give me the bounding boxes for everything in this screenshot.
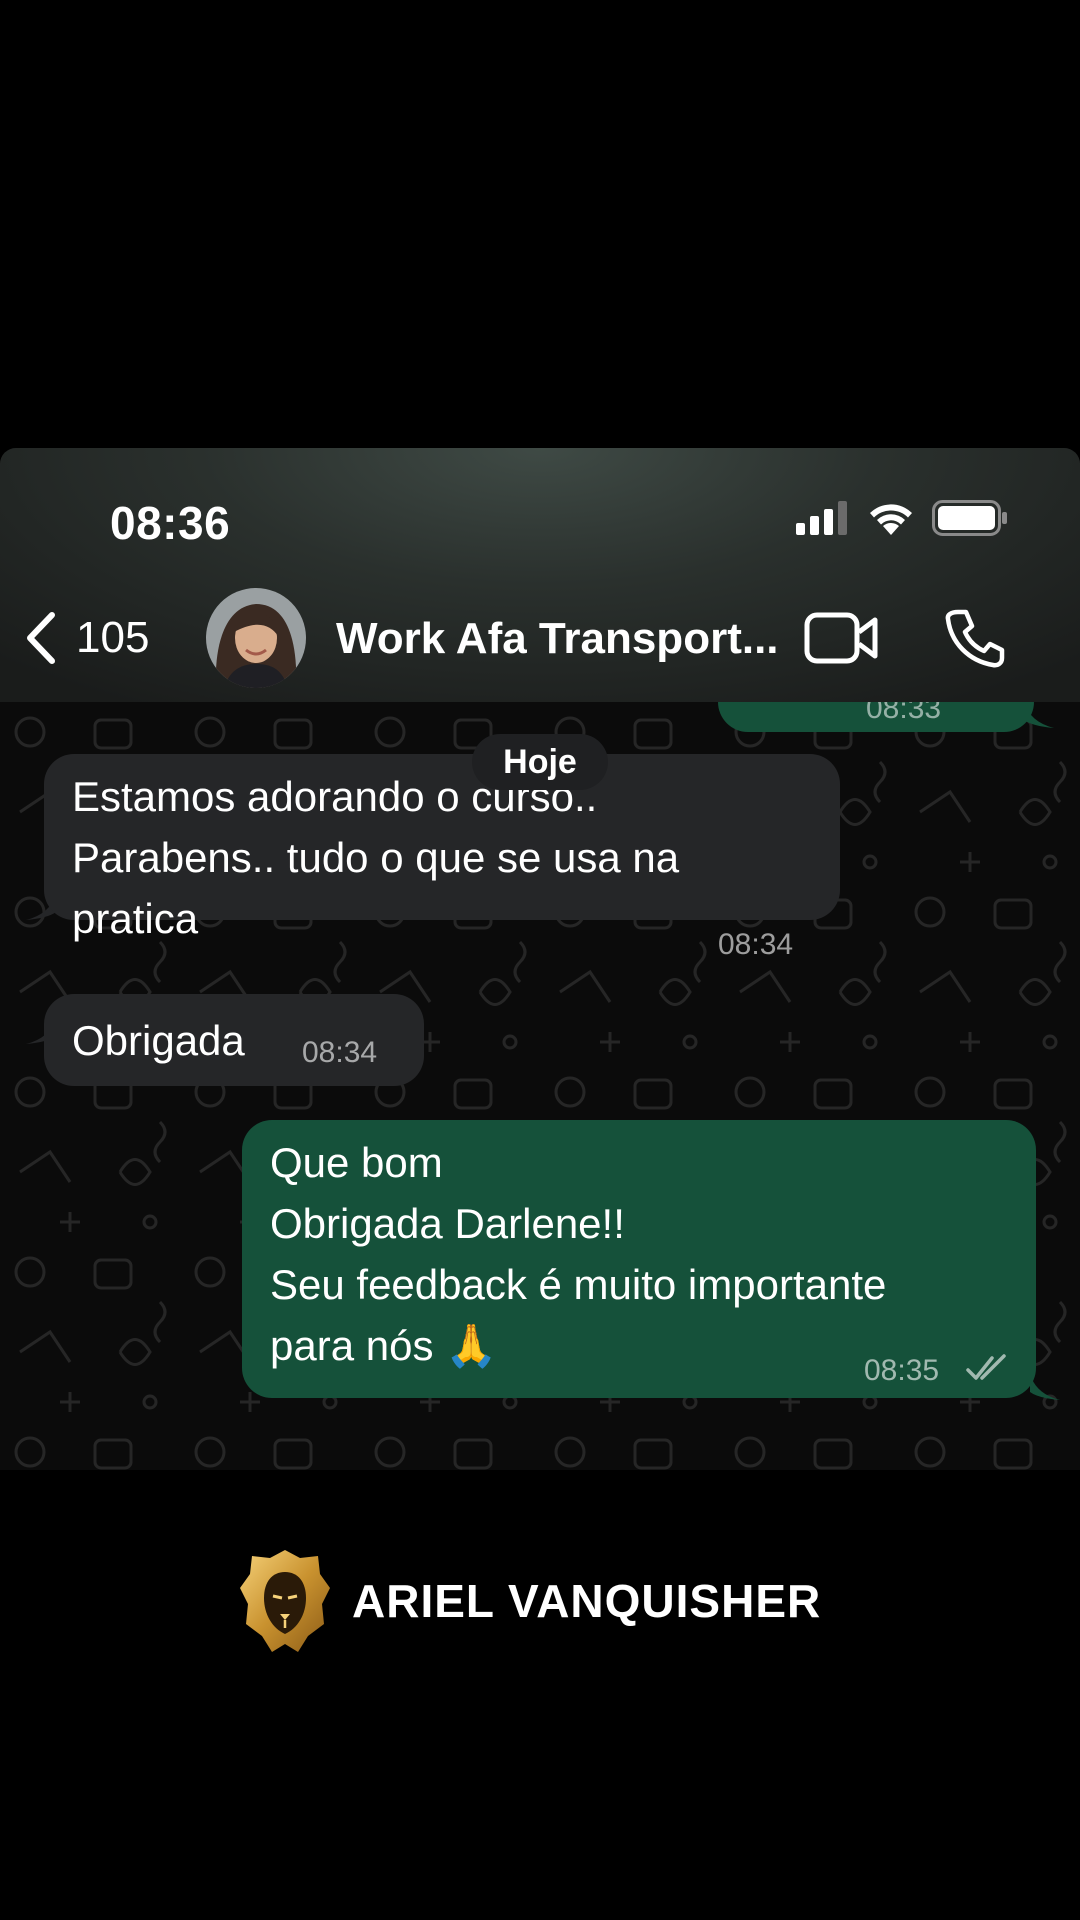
message-list[interactable]: 08:33 Hoje Estamos adorando o curso.. Pa… [0,702,1080,1470]
status-icons [796,500,1008,536]
message-bubble-outgoing[interactable]: Que bom Obrigada Darlene!! Seu feedback … [242,1120,1036,1398]
message-time: 08:35 [864,1354,940,1387]
chat-header: 08:36 105 Work Afa Transport... [0,448,1080,702]
previous-message-time: 08:33 [866,702,942,725]
bubble-tail [1024,702,1054,728]
bubble-tail [1030,1374,1060,1400]
brand-name: ARIEL VANQUISHER [352,1575,822,1627]
avatar[interactable] [206,588,306,688]
unread-count: 105 [76,613,150,662]
video-call-button[interactable] [804,610,880,666]
signal-icon [796,501,847,535]
status-time: 08:36 [110,497,231,549]
back-button[interactable]: 105 [22,608,149,668]
read-receipt-icon [966,1354,1006,1380]
video-call-icon [804,612,878,664]
message-text: Estamos adorando o curso.. Parabens.. tu… [72,773,680,942]
brand-logo: ARIEL VANQUISHER [240,1548,840,1654]
message-time: 08:34 [302,1036,378,1069]
voice-call-button[interactable] [944,608,1006,668]
message-bubble-incoming[interactable]: Estamos adorando o curso.. Parabens.. tu… [44,754,840,960]
wifi-icon [870,504,912,535]
lion-logo-icon [240,1550,330,1652]
message-text: Obrigada [72,1017,245,1064]
battery-icon [932,500,1007,536]
message-time: 08:34 [718,928,794,961]
contact-name[interactable]: Work Afa Transport... [336,614,786,664]
message-bubble-incoming[interactable]: Obrigada 08:34 [44,994,424,1086]
phone-icon [945,609,1005,668]
avatar-image [206,588,306,688]
chevron-left-icon [27,612,55,664]
date-separator: Hoje [472,734,608,790]
message-text: Que bom Obrigada Darlene!! Seu feedback … [270,1139,887,1369]
chat-screen: 08:36 105 Work Afa Transport... 08:33 Ho… [0,448,1080,1470]
